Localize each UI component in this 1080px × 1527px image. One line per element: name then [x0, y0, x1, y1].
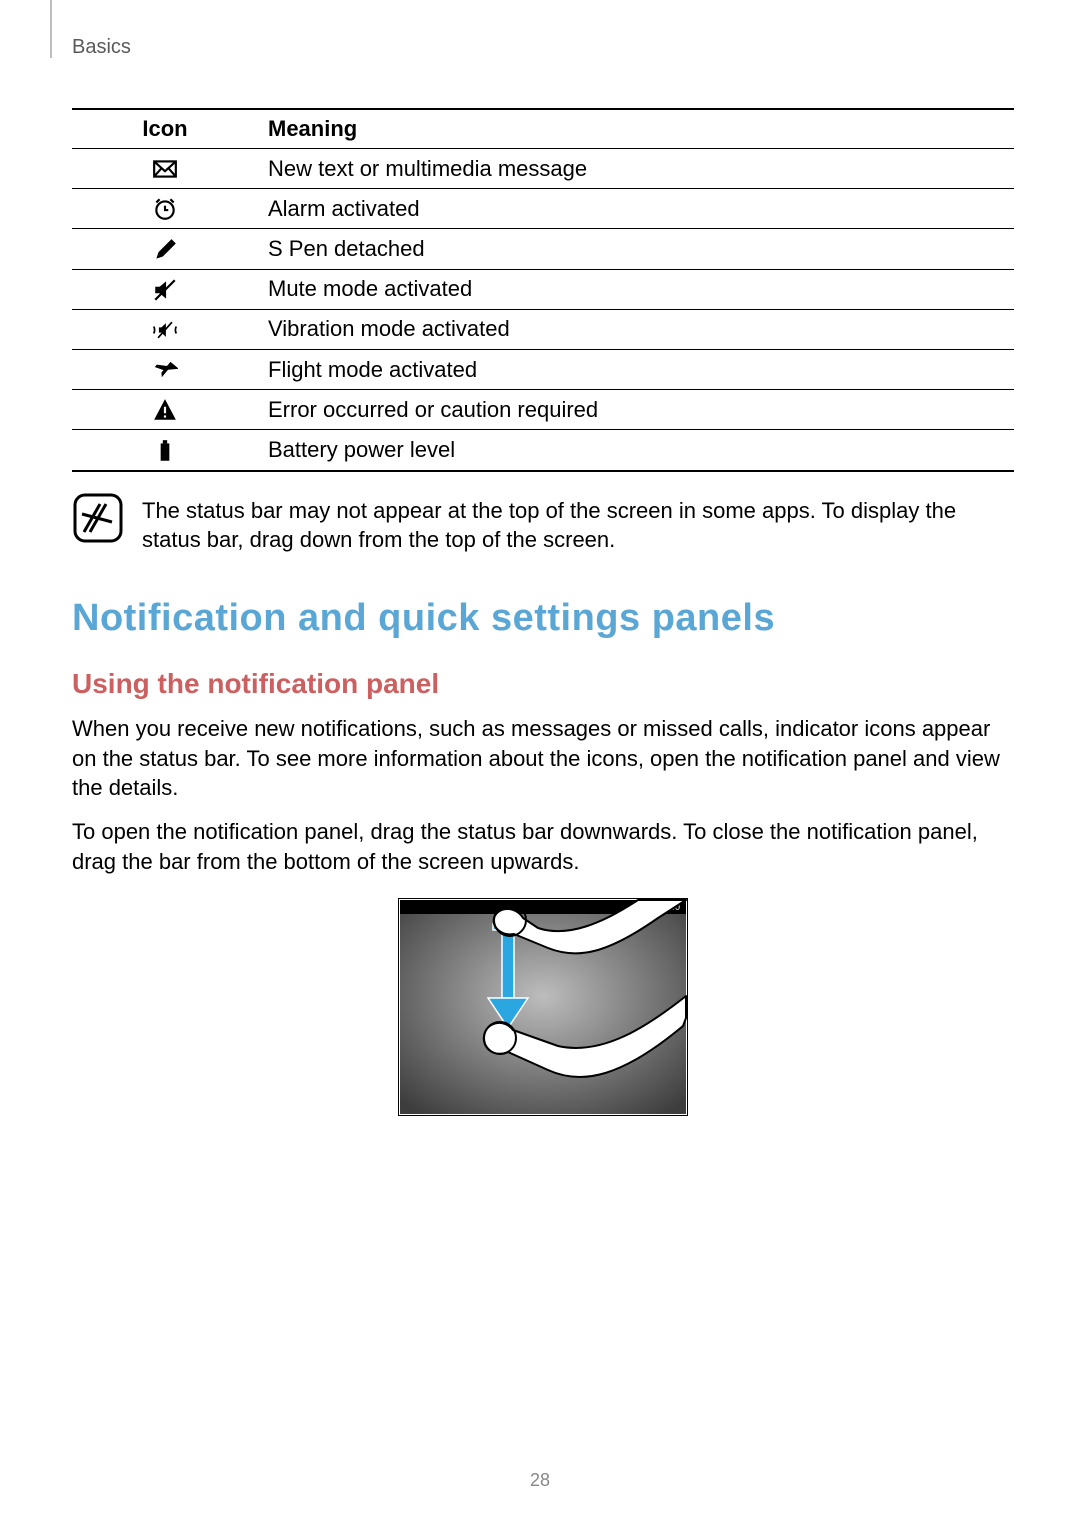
vibrate-icon	[152, 316, 178, 341]
note-block: The status bar may not appear at the top…	[72, 492, 1014, 555]
table-row: Error occurred or caution required	[72, 390, 1014, 430]
table-row: Flight mode activated	[72, 349, 1014, 389]
meaning-cell: Mute mode activated	[250, 269, 1014, 309]
subsection-heading: Using the notification panel	[72, 668, 1014, 700]
pen-icon	[152, 235, 178, 260]
table-row: New text or multimedia message	[72, 149, 1014, 189]
meaning-cell: Alarm activated	[250, 189, 1014, 229]
section-heading: Notification and quick settings panels	[72, 597, 1014, 640]
note-icon	[72, 492, 124, 544]
meaning-cell: Error occurred or caution required	[250, 390, 1014, 430]
page-number: 28	[0, 1470, 1080, 1491]
meaning-cell: Flight mode activated	[250, 349, 1014, 389]
envelope-icon	[152, 155, 178, 180]
body-paragraph: To open the notification panel, drag the…	[72, 817, 1014, 876]
alarm-icon	[152, 195, 178, 220]
header-section: Basics	[72, 36, 131, 59]
table-row: Battery power level	[72, 430, 1014, 471]
table-row: Mute mode activated	[72, 269, 1014, 309]
airplane-icon	[152, 356, 178, 381]
mute-icon	[152, 276, 178, 301]
body-paragraph: When you receive new notifications, such…	[72, 714, 1014, 803]
battery-icon	[152, 436, 178, 461]
th-icon: Icon	[72, 109, 250, 149]
table-row: Alarm activated	[72, 189, 1014, 229]
warning-icon	[152, 396, 178, 421]
note-text: The status bar may not appear at the top…	[142, 492, 1014, 555]
th-meaning: Meaning	[250, 109, 1014, 149]
icon-meaning-table: Icon Meaning New text or multimedia mess…	[72, 108, 1014, 472]
meaning-cell: Vibration mode activated	[250, 309, 1014, 349]
drag-down-illustration: 10:00	[398, 898, 688, 1116]
meaning-cell: New text or multimedia message	[250, 149, 1014, 189]
meaning-cell: Battery power level	[250, 430, 1014, 471]
meaning-cell: S Pen detached	[250, 229, 1014, 269]
table-row: S Pen detached	[72, 229, 1014, 269]
table-row: Vibration mode activated	[72, 309, 1014, 349]
